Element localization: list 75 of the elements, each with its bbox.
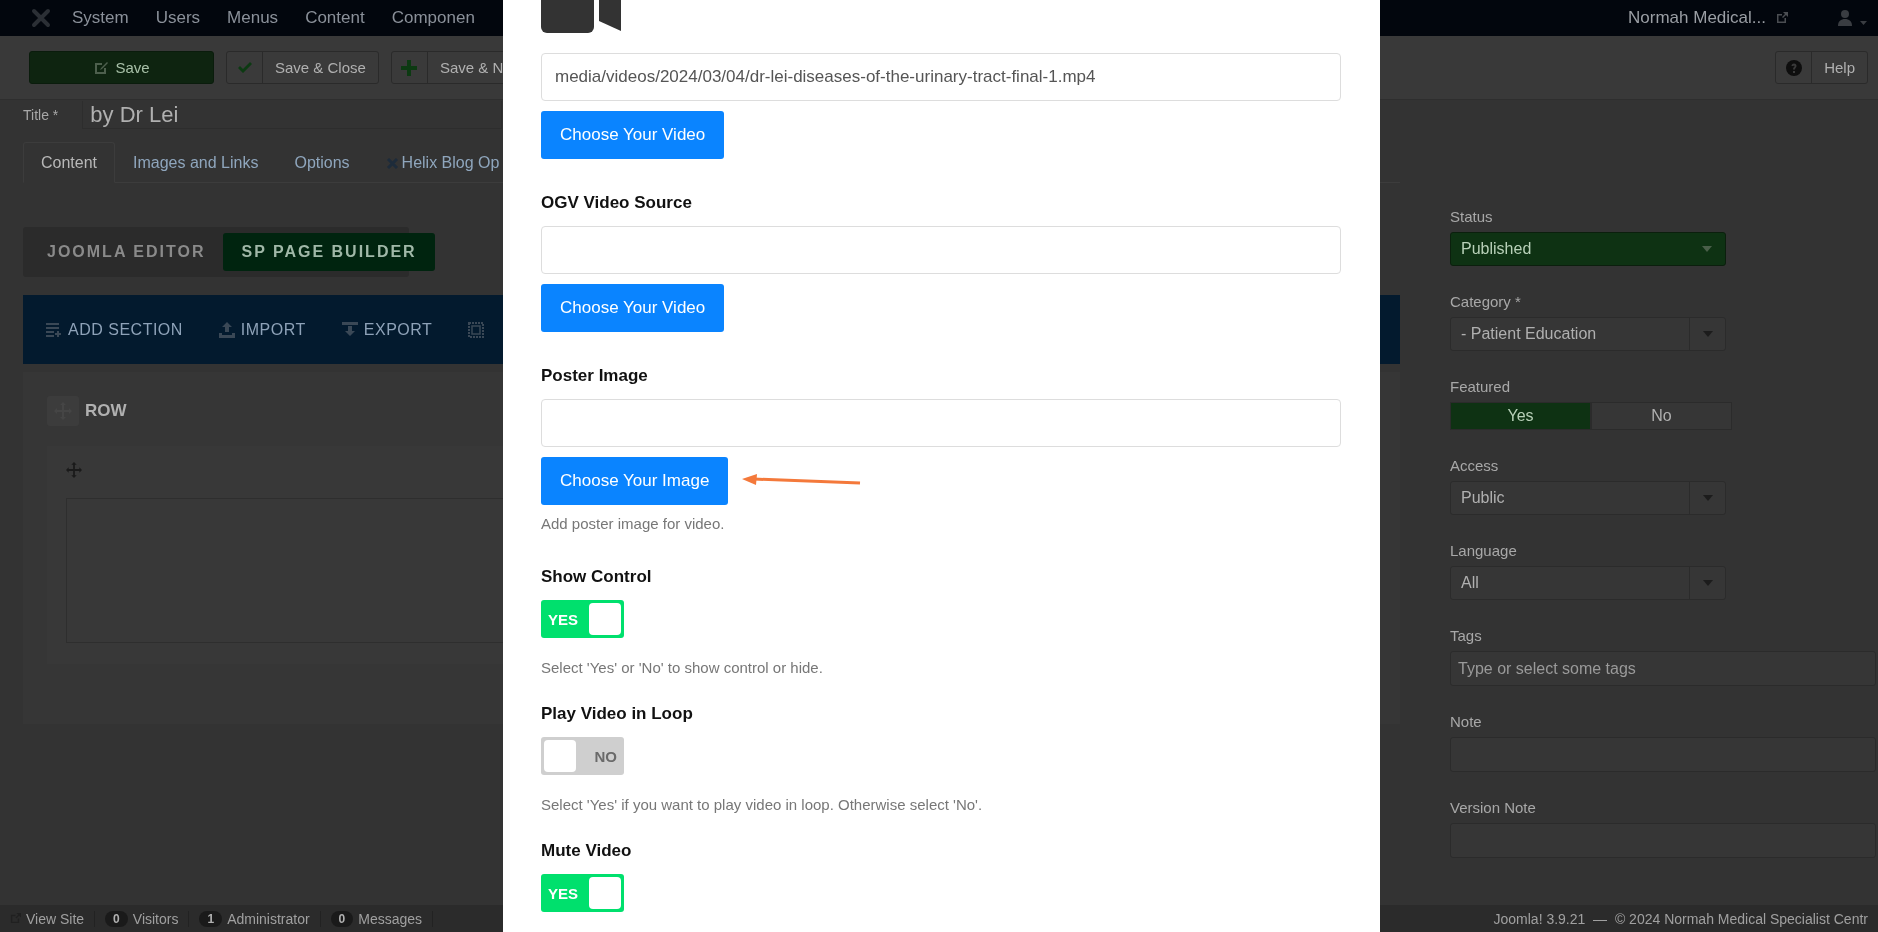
status-select[interactable]: Published bbox=[1450, 232, 1726, 266]
status-label: Messages bbox=[358, 910, 423, 927]
choose-button[interactable]: Choose Your Video bbox=[541, 284, 725, 332]
text-field[interactable]: Type or select some tags bbox=[1450, 651, 1876, 686]
edit-icon bbox=[93, 59, 110, 76]
user-icon[interactable] bbox=[1838, 10, 1868, 26]
field-label: Poster Image bbox=[541, 365, 649, 387]
caret-icon bbox=[1702, 495, 1713, 501]
field-label: Show Control bbox=[541, 566, 653, 588]
logo-icon bbox=[30, 7, 52, 29]
field-label: Status bbox=[1450, 208, 1494, 225]
select-field[interactable]: Public bbox=[1450, 481, 1726, 515]
input-field[interactable]: media/videos/2024/03/04/dr-lei-diseases-of-the-urinary-tract-final-1.mp4 bbox=[541, 53, 1341, 101]
count-badge: 0 bbox=[105, 910, 128, 927]
row-title: ROW bbox=[85, 401, 127, 421]
field-label: Featured bbox=[1450, 378, 1512, 395]
choose-button[interactable]: Choose Your Image bbox=[541, 457, 729, 505]
menu-item[interactable]: Content bbox=[305, 8, 365, 28]
menu-item[interactable]: System bbox=[72, 8, 129, 28]
help-text: Select 'Yes' or 'No' to show control or hide. bbox=[541, 659, 824, 677]
menu-item[interactable]: Users bbox=[155, 8, 201, 28]
editor-switch-option[interactable]: SP PAGE BUILDER bbox=[223, 233, 435, 271]
upload-icon bbox=[218, 321, 235, 338]
field-label: Title * bbox=[23, 107, 59, 123]
builder-action[interactable]: IMPORT bbox=[218, 320, 306, 339]
editor-switch-option[interactable]: JOOMLA EDITOR bbox=[29, 233, 224, 271]
menu-item[interactable]: Menus bbox=[227, 8, 279, 28]
field-label: OGV Video Source bbox=[541, 192, 693, 214]
title-field[interactable]: by Dr Lei bbox=[82, 101, 503, 129]
input-field[interactable] bbox=[541, 226, 1341, 274]
help-button[interactable]: Help bbox=[1775, 51, 1868, 84]
choose-button[interactable]: Choose Your Video bbox=[541, 111, 725, 159]
move-icon bbox=[66, 462, 82, 478]
choice-option[interactable]: Yes bbox=[1450, 402, 1591, 430]
check-icon bbox=[236, 61, 253, 74]
field-label: Tags bbox=[1450, 627, 1483, 644]
field-label: Version Note bbox=[1450, 799, 1537, 816]
select-field[interactable]: - Patient Education bbox=[1450, 317, 1726, 351]
tab[interactable]: Options bbox=[276, 142, 368, 183]
list-add-icon bbox=[46, 321, 62, 338]
field-label: Access bbox=[1450, 457, 1500, 474]
caret-icon bbox=[1702, 246, 1712, 252]
field-label: Play Video in Loop bbox=[541, 703, 694, 725]
tab[interactable]: Content bbox=[23, 142, 116, 183]
menu-item[interactable]: Componen bbox=[391, 8, 475, 28]
tab[interactable]: Helix Blog Op bbox=[367, 142, 518, 183]
help-icon bbox=[1785, 59, 1802, 76]
help-text: Select 'Yes' if you want to play video in loop. Otherwise select 'No'. bbox=[541, 796, 984, 814]
field-label: Note bbox=[1450, 713, 1483, 730]
input-field[interactable] bbox=[541, 399, 1341, 447]
field-label: Mute Video bbox=[541, 840, 633, 862]
builder-action[interactable]: ADD SECTION bbox=[46, 320, 183, 339]
count-badge: 0 bbox=[330, 910, 354, 927]
help-text: Add poster image for video. bbox=[541, 515, 726, 533]
frame-icon[interactable] bbox=[468, 321, 485, 338]
field-label: Category * bbox=[1450, 293, 1522, 310]
status-label: Visitors bbox=[132, 910, 179, 927]
view-site-link[interactable]: View Site bbox=[26, 910, 85, 927]
field-label: Language bbox=[1450, 542, 1518, 559]
select-field[interactable]: All bbox=[1450, 566, 1726, 600]
site-link[interactable]: Normah Medical... bbox=[1628, 8, 1766, 28]
toolbar-button[interactable]: Save bbox=[29, 51, 214, 84]
tab[interactable]: Images and Links bbox=[115, 142, 277, 183]
choice-option[interactable]: No bbox=[1591, 402, 1732, 430]
status-label: Administrator bbox=[227, 910, 310, 927]
download-icon bbox=[341, 321, 358, 338]
caret-icon bbox=[1702, 331, 1713, 337]
builder-action[interactable]: EXPORT bbox=[341, 320, 433, 339]
toggle-switch[interactable]: NO bbox=[541, 737, 624, 775]
external-link-icon bbox=[1776, 12, 1788, 24]
toolbar-button[interactable]: Save & Close bbox=[226, 51, 379, 84]
copyright-text: Joomla! 3.9.21 — © 2024 Normah Medical Specialist Centr bbox=[1493, 910, 1868, 927]
plus-icon bbox=[401, 59, 418, 76]
caret-icon bbox=[1702, 580, 1713, 586]
count-badge: 1 bbox=[199, 910, 223, 927]
